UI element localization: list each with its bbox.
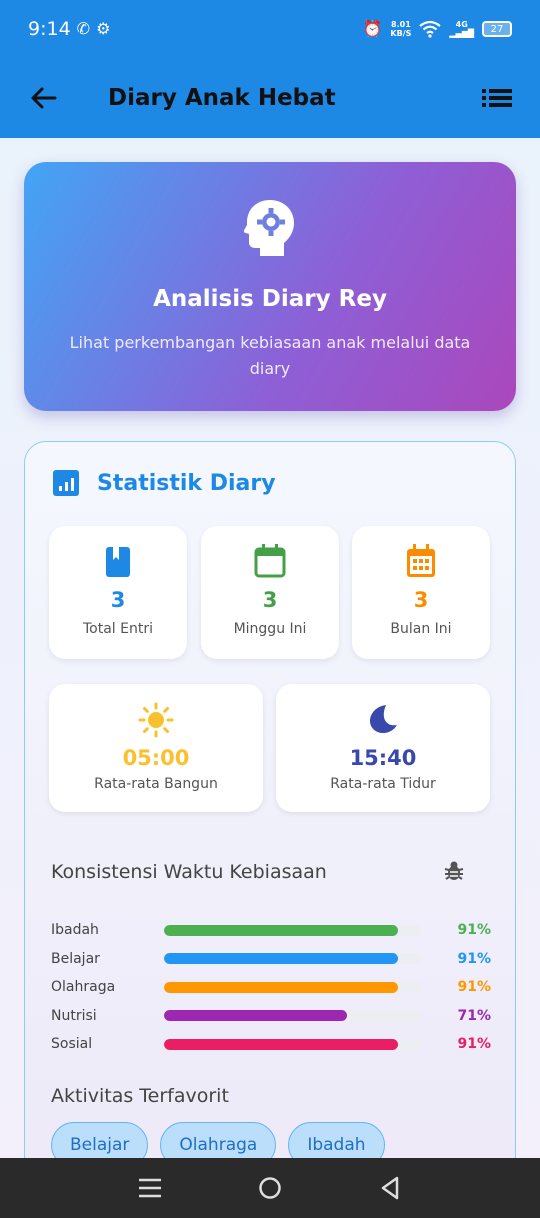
consistency-bar-track	[163, 953, 422, 964]
consistency-title: Konsistensi Waktu Kebiasaan	[51, 861, 327, 883]
settings-gear-icon: ⚙	[96, 19, 111, 38]
consistency-label: Ibadah	[51, 922, 99, 938]
average-sleep-card: 15:40 Rata-rata Tidur	[276, 684, 490, 812]
favorites-title: Aktivitas Terfavorit	[51, 1085, 229, 1107]
sun-icon	[138, 702, 174, 738]
average-sleep-label: Rata-rata Tidur	[330, 776, 436, 792]
list-menu-button[interactable]	[480, 81, 514, 115]
consistency-bar-fill	[163, 924, 399, 936]
home-circle-icon	[259, 1177, 281, 1199]
consistency-row: Ibadah 91%	[51, 920, 491, 940]
app-bar: Diary Anak Hebat	[0, 58, 540, 138]
total-entries-label: Total Entri	[83, 621, 153, 637]
consistency-label: Nutrisi	[51, 1007, 97, 1024]
favorite-chips: Belajar Olahraga Ibadah	[51, 1122, 385, 1158]
consistency-percent: 71%	[457, 1007, 491, 1024]
consistency-label: Olahraga	[51, 979, 116, 995]
consistency-row: Nutrisi 71%	[51, 1006, 491, 1026]
book-icon	[106, 547, 130, 577]
hero-subtitle: Lihat perkembangan kebiasaan anak melalu…	[69, 333, 471, 378]
consistency-bar-fill	[163, 1038, 399, 1050]
alarm-icon: ⏰	[362, 19, 383, 38]
back-nav-button[interactable]	[370, 1168, 410, 1208]
consistency-percent: 91%	[457, 979, 491, 995]
total-entries-value: 3	[110, 588, 126, 612]
consistency-bar-fill	[163, 1010, 347, 1021]
consistency-row: Sosial 91%	[51, 1034, 491, 1054]
network-speed: 8.01 KB/S	[390, 20, 412, 38]
system-navigation-bar	[0, 1158, 540, 1218]
moon-icon	[370, 705, 397, 733]
total-entries-card: 3 Total Entri	[49, 526, 187, 659]
consistency-row: Belajar 91%	[51, 949, 491, 969]
battery-icon: 27	[482, 21, 512, 37]
main-content[interactable]: Analisis Diary Rey Lihat perkembangan ke…	[0, 138, 540, 1158]
this-month-card: 3 Bulan Ini	[352, 526, 490, 659]
consistency-label: Sosial	[51, 1036, 93, 1052]
consistency-bar-fill	[163, 981, 399, 993]
consistency-bar-fill	[163, 953, 399, 964]
statistics-title: Statistik Diary	[97, 470, 276, 496]
head-gear-icon	[244, 200, 294, 256]
average-wake-card: 05:00 Rata-rata Bangun	[49, 684, 263, 812]
this-month-value: 3	[413, 588, 429, 612]
list-icon	[482, 89, 512, 107]
consistency-bar-track	[163, 981, 422, 993]
whatsapp-icon: ✆	[76, 19, 91, 38]
bar-chart-icon	[53, 470, 79, 496]
statistics-header: Statistik Diary	[53, 470, 276, 496]
arrow-left-icon	[31, 87, 57, 109]
consistency-percent: 91%	[457, 922, 491, 938]
status-time: 9:14	[28, 18, 71, 40]
page-title: Diary Anak Hebat	[108, 85, 336, 111]
calendar-icon	[254, 544, 286, 578]
bug-icon[interactable]	[443, 860, 465, 882]
consistency-row: Olahraga 91%	[51, 977, 491, 997]
statistics-panel: Statistik Diary 3 Total Entri 3 Minggu I…	[24, 441, 516, 1158]
chip-belajar[interactable]: Belajar	[51, 1122, 149, 1158]
consistency-bar-track	[163, 924, 422, 936]
menu-lines-icon	[139, 1178, 161, 1198]
consistency-percent: 91%	[457, 1036, 491, 1052]
back-button[interactable]	[26, 81, 60, 115]
chip-ibadah[interactable]: Ibadah	[288, 1122, 385, 1158]
consistency-label: Belajar	[51, 950, 100, 967]
home-button[interactable]	[250, 1168, 290, 1208]
wifi-icon	[419, 20, 442, 38]
average-wake-value: 05:00	[122, 746, 190, 770]
average-sleep-value: 15:40	[349, 746, 417, 770]
consistency-bar-track	[163, 1010, 422, 1021]
this-week-value: 3	[262, 588, 278, 612]
chip-olahraga[interactable]: Olahraga	[160, 1122, 277, 1158]
calendar-month-icon	[407, 544, 435, 577]
hero-title: Analisis Diary Rey	[153, 286, 387, 312]
average-wake-label: Rata-rata Bangun	[94, 776, 218, 792]
consistency-bar-track	[163, 1038, 422, 1050]
analysis-hero-card: Analisis Diary Rey Lihat perkembangan ke…	[24, 162, 516, 411]
this-week-card: 3 Minggu Ini	[201, 526, 339, 659]
this-week-label: Minggu Ini	[233, 621, 307, 637]
this-month-label: Bulan Ini	[390, 621, 452, 637]
status-bar: 9:14 ✆ ⚙ ⏰ 8.01 KB/S 4G ▂▄▆█ 27	[0, 0, 540, 58]
recent-apps-button[interactable]	[130, 1168, 170, 1208]
signal-icon: 4G ▂▄▆█	[449, 20, 474, 38]
consistency-percent: 91%	[457, 950, 491, 967]
triangle-back-icon	[381, 1176, 399, 1200]
